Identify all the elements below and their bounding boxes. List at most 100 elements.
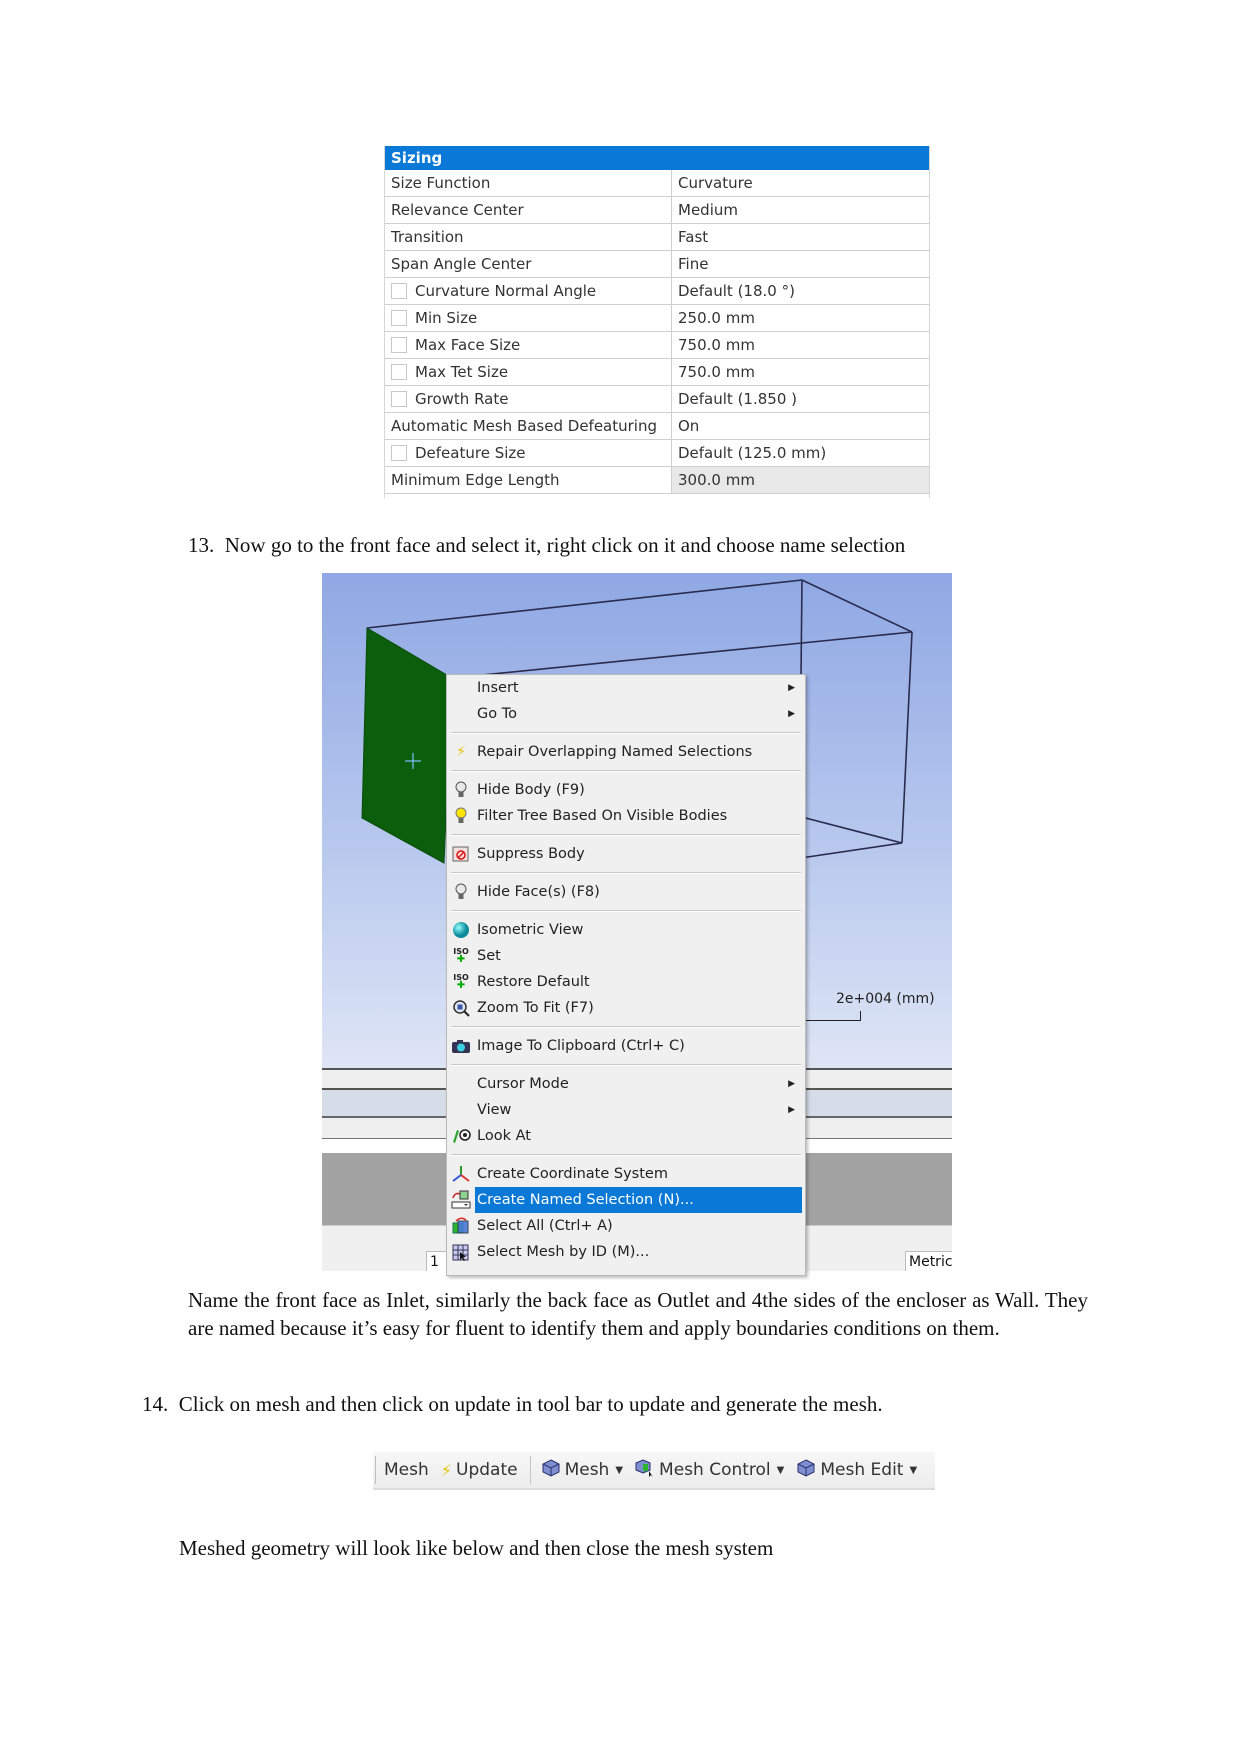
sizing-row[interactable]: Transition Fast bbox=[385, 224, 929, 251]
menu-item-label: Insert bbox=[477, 680, 519, 696]
menu-item-label: Hide Body (F9) bbox=[477, 782, 585, 798]
parameter-checkbox[interactable] bbox=[391, 391, 407, 407]
sizing-property-label: Minimum Edge Length bbox=[391, 471, 560, 489]
sizing-value-cell[interactable]: Medium bbox=[672, 197, 929, 223]
sizing-row[interactable]: Relevance Center Medium bbox=[385, 197, 929, 224]
sizing-value-cell[interactable]: 750.0 mm bbox=[672, 359, 929, 385]
camera-icon bbox=[451, 1037, 471, 1055]
menu-item-isometric-view[interactable]: Isometric View bbox=[447, 917, 805, 943]
sizing-details-table: Sizing Size Function Curvature Relevance C… bbox=[384, 146, 930, 498]
zoom-fit-icon bbox=[451, 999, 471, 1017]
suppress-icon bbox=[451, 845, 471, 863]
sizing-value-cell[interactable]: 300.0 mm bbox=[672, 467, 929, 493]
mesh-edit-dropdown-button[interactable]: Mesh Edit ▼ bbox=[796, 1459, 917, 1481]
menu-item-label: Suppress Body bbox=[477, 846, 585, 862]
menu-item-hide-faces[interactable]: Hide Face(s) (F8) bbox=[447, 879, 805, 905]
dropdown-arrow-icon: ▼ bbox=[776, 1464, 785, 1476]
menu-item-repair-overlapping[interactable]: ⚡ Repair Overlapping Named Selections bbox=[447, 739, 805, 765]
sizing-row[interactable]: Size Function Curvature bbox=[385, 170, 929, 197]
menu-item-label: Repair Overlapping Named Selections bbox=[477, 744, 753, 760]
select-all-icon bbox=[451, 1217, 471, 1235]
coordinate-system-icon bbox=[451, 1165, 471, 1183]
menu-item-zoom-to-fit[interactable]: Zoom To Fit (F7) bbox=[447, 995, 805, 1021]
menu-item-label: Cursor Mode bbox=[477, 1076, 569, 1092]
scale-bar bbox=[800, 1011, 861, 1021]
mesh-edit-label: Mesh Edit bbox=[820, 1460, 904, 1480]
mesh-control-icon bbox=[635, 1459, 655, 1481]
status-units[interactable]: Metric bbox=[905, 1251, 952, 1271]
step-14: 14. Click on mesh and then click on upda… bbox=[142, 1390, 883, 1418]
mesh-toolbar: Mesh ⚡ Update Mesh ▼ Mesh Control ▼ Mesh… bbox=[373, 1452, 935, 1490]
sizing-property-label: Transition bbox=[391, 228, 464, 246]
menu-item-label: Create Named Selection (N)... bbox=[477, 1192, 694, 1208]
menu-item-label: Go To bbox=[477, 706, 517, 722]
sizing-value-cell[interactable]: 750.0 mm bbox=[672, 332, 929, 358]
sizing-property-label: Automatic Mesh Based Defeaturing bbox=[391, 417, 658, 435]
iso-axes-icon: ISO ✚ bbox=[453, 947, 469, 965]
menu-separator bbox=[451, 872, 801, 874]
step-13: 13. Now go to the front face and select … bbox=[188, 531, 905, 559]
menu-item-label: Select All (Ctrl+ A) bbox=[477, 1218, 613, 1234]
menu-item-hide-body[interactable]: Hide Body (F9) bbox=[447, 777, 805, 803]
sizing-property-cell: Growth Rate bbox=[385, 386, 672, 412]
sizing-property-label: Curvature Normal Angle bbox=[415, 282, 597, 300]
menu-item-suppress-body[interactable]: Suppress Body bbox=[447, 841, 805, 867]
parameter-checkbox[interactable] bbox=[391, 310, 407, 326]
scale-label: 2e+004 (mm) bbox=[836, 991, 935, 1007]
naming-paragraph: Name the front face as Inlet, similarly … bbox=[188, 1288, 1088, 1340]
mesh-dropdown-button[interactable]: Mesh ▼ bbox=[541, 1459, 623, 1481]
sizing-property-cell: Max Tet Size bbox=[385, 359, 672, 385]
menu-item-select-all[interactable]: Select All (Ctrl+ A) bbox=[447, 1213, 805, 1239]
sizing-row[interactable]: Span Angle Center Fine bbox=[385, 251, 929, 278]
sizing-row[interactable]: Curvature Normal Angle Default (18.0 °) bbox=[385, 278, 929, 305]
sizing-row[interactable]: Min Size 250.0 mm bbox=[385, 305, 929, 332]
sizing-row[interactable]: Minimum Edge Length 300.0 mm bbox=[385, 467, 929, 494]
menu-item-go-to[interactable]: Go To ▶ bbox=[447, 701, 805, 727]
sizing-value-cell[interactable]: On bbox=[672, 413, 929, 439]
menu-item-insert[interactable]: Insert ▶ bbox=[447, 675, 805, 701]
sizing-row[interactable]: Max Face Size 750.0 mm bbox=[385, 332, 929, 359]
menu-item-look-at[interactable]: Look At bbox=[447, 1123, 805, 1149]
context-menu: Insert ▶ Go To ▶ ⚡ Repair Overlapping Na… bbox=[446, 674, 806, 1276]
menu-item-cursor-mode[interactable]: Cursor Mode ▶ bbox=[447, 1071, 805, 1097]
sizing-value-cell[interactable]: Default (18.0 °) bbox=[672, 278, 929, 304]
sizing-property-cell: Min Size bbox=[385, 305, 672, 331]
mesh-control-dropdown-button[interactable]: Mesh Control ▼ bbox=[635, 1459, 784, 1481]
parameter-checkbox[interactable] bbox=[391, 445, 407, 461]
step-13-text: Now go to the front face and select it, … bbox=[224, 533, 906, 557]
menu-item-view[interactable]: View ▶ bbox=[447, 1097, 805, 1123]
update-button[interactable]: ⚡ Update bbox=[441, 1460, 518, 1480]
menu-item-label: Filter Tree Based On Visible Bodies bbox=[477, 808, 728, 824]
sizing-row[interactable]: Growth Rate Default (1.850 ) bbox=[385, 386, 929, 413]
menu-item-image-to-clipboard[interactable]: Image To Clipboard (Ctrl+ C) bbox=[447, 1033, 805, 1059]
parameter-checkbox[interactable] bbox=[391, 337, 407, 353]
menu-item-filter-tree[interactable]: Filter Tree Based On Visible Bodies bbox=[447, 803, 805, 829]
menu-item-select-mesh-by-id[interactable]: Select Mesh by ID (M)... bbox=[447, 1239, 805, 1265]
sizing-value-cell[interactable]: Curvature bbox=[672, 170, 929, 196]
submenu-arrow-icon: ▶ bbox=[788, 1105, 795, 1115]
sizing-row[interactable]: Automatic Mesh Based Defeaturing On bbox=[385, 413, 929, 440]
update-label: Update bbox=[456, 1460, 518, 1480]
menu-item-create-named-selection[interactable]: Create Named Selection (N)... bbox=[451, 1187, 802, 1213]
sizing-value-cell[interactable]: Default (1.850 ) bbox=[672, 386, 929, 412]
parameter-checkbox[interactable] bbox=[391, 364, 407, 380]
parameter-checkbox[interactable] bbox=[391, 283, 407, 299]
sizing-rows: Size Function Curvature Relevance Center Me… bbox=[385, 170, 929, 494]
menu-item-set[interactable]: ISO ✚ Set bbox=[447, 943, 805, 969]
sizing-property-cell: Curvature Normal Angle bbox=[385, 278, 672, 304]
named-selection-icon bbox=[451, 1190, 471, 1209]
sizing-value-cell[interactable]: Default (125.0 mm) bbox=[672, 440, 929, 466]
sizing-property-cell: Max Face Size bbox=[385, 332, 672, 358]
sizing-row[interactable]: Defeature Size Default (125.0 mm) bbox=[385, 440, 929, 467]
sizing-row[interactable]: Max Tet Size 750.0 mm bbox=[385, 359, 929, 386]
toolbar-grip[interactable] bbox=[375, 1456, 376, 1484]
menu-item-restore-default[interactable]: ISO ✚ Restore Default bbox=[447, 969, 805, 995]
lightning-icon: ⚡ bbox=[440, 1460, 452, 1480]
sizing-value-cell[interactable]: Fast bbox=[672, 224, 929, 250]
menu-item-create-coordinate-system[interactable]: Create Coordinate System bbox=[447, 1161, 805, 1187]
sizing-property-cell: Transition bbox=[385, 224, 672, 250]
sizing-value-cell[interactable]: 250.0 mm bbox=[672, 305, 929, 331]
sizing-value-cell[interactable]: Fine bbox=[672, 251, 929, 277]
submenu-arrow-icon: ▶ bbox=[788, 1079, 795, 1089]
sizing-property-label: Span Angle Center bbox=[391, 255, 532, 273]
